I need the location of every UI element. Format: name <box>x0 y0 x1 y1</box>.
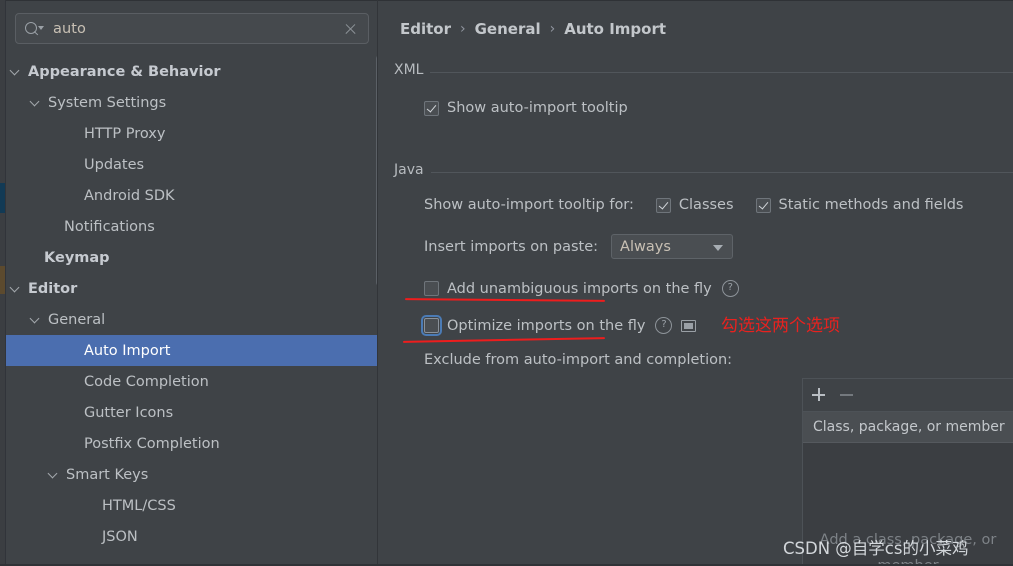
xml-group-title: XML <box>394 62 431 78</box>
search-input[interactable]: auto <box>53 21 86 37</box>
chevron-down-icon <box>713 244 724 251</box>
add-unambiguous-imports-label: Add unambiguous imports on the fly <box>447 280 712 297</box>
sidebar-item-label: Appearance & Behavior <box>28 63 221 80</box>
sidebar-item-code-completion[interactable]: Code Completion <box>6 366 378 397</box>
settings-main-panel: Editor › General › Auto Import XML Show … <box>378 0 1013 566</box>
sidebar-item-label: HTML/CSS <box>102 497 176 514</box>
settings-dialog: auto Appearance & Behavior System Setting… <box>0 0 1013 566</box>
sidebar-item-general[interactable]: General <box>6 304 378 335</box>
watermark-text: CSDN @自学cs的小菜鸡 <box>783 539 969 558</box>
sidebar-item-label: Updates <box>84 156 145 173</box>
sidebar-item-label: Editor <box>28 280 78 297</box>
static-methods-label: Static methods and fields <box>778 197 964 213</box>
sidebar-item-system-settings[interactable]: System Settings <box>6 87 378 118</box>
chevron-down-icon[interactable] <box>30 97 41 108</box>
sidebar-item-label: JSON <box>102 528 138 545</box>
sidebar-item-label: Code Completion <box>84 373 209 390</box>
sidebar-item-smart-keys[interactable]: Smart Keys <box>6 459 378 490</box>
settings-tree: Appearance & Behavior System Settings HTTP… <box>6 56 378 552</box>
breadcrumb: Editor › General › Auto Import <box>400 20 666 38</box>
sidebar-item-notifications[interactable]: Notifications <box>6 211 378 242</box>
java-group-rule <box>394 172 1013 173</box>
main-top-border <box>378 0 1013 1</box>
sidebar-item-label: System Settings <box>48 94 167 111</box>
settings-sidebar: auto Appearance & Behavior System Setting… <box>6 0 383 566</box>
sidebar-item-html-css[interactable]: HTML/CSS <box>6 490 378 521</box>
optimize-imports-label: Optimize imports on the fly <box>447 317 646 334</box>
chevron-down-icon[interactable] <box>10 66 21 77</box>
show-auto-import-tooltip-for-row: Show auto-import tooltip for: Classes St… <box>424 197 964 213</box>
show-auto-import-tooltip-for-label: Show auto-import tooltip for: <box>424 197 634 213</box>
exclude-from-auto-import-label: Exclude from auto-import and completion: <box>424 352 733 368</box>
sidebar-item-android-sdk[interactable]: Android SDK <box>6 180 378 211</box>
add-unambiguous-imports-row[interactable]: Add unambiguous imports on the fly ? <box>424 280 739 297</box>
optimize-imports-row[interactable]: Optimize imports on the fly ? <box>421 315 697 336</box>
sidebar-item-label: HTTP Proxy <box>84 125 166 142</box>
optimize-imports-checkbox[interactable] <box>421 315 442 336</box>
insert-imports-on-paste-row: Insert imports on paste: Always <box>424 234 734 259</box>
search-icon <box>25 21 45 37</box>
sidebar-item-appearance-behavior[interactable]: Appearance & Behavior <box>6 56 378 87</box>
java-group-title: Java <box>394 162 431 178</box>
chevron-down-icon[interactable] <box>10 283 21 294</box>
sidebar-item-postfix-completion[interactable]: Postfix Completion <box>6 428 378 459</box>
show-auto-import-tooltip-xml-checkbox[interactable] <box>424 100 439 116</box>
sidebar-item-gutter-icons[interactable]: Gutter Icons <box>6 397 378 428</box>
sidebar-item-updates[interactable]: Updates <box>6 149 378 180</box>
sidebar-item-keymap[interactable]: Keymap <box>6 242 378 273</box>
insert-imports-on-paste-select[interactable]: Always <box>611 234 734 259</box>
breadcrumb-general[interactable]: General <box>475 20 541 38</box>
exclude-table-toolbar <box>803 379 1013 412</box>
sidebar-item-label: Gutter Icons <box>84 404 174 421</box>
classes-checkbox[interactable] <box>655 197 671 213</box>
close-icon[interactable] <box>344 22 357 35</box>
show-auto-import-tooltip-xml-row[interactable]: Show auto-import tooltip <box>424 100 628 116</box>
static-methods-checkbox[interactable] <box>755 197 771 213</box>
classes-label: Classes <box>678 197 734 213</box>
breadcrumb-auto-import: Auto Import <box>564 20 667 38</box>
add-unambiguous-imports-checkbox[interactable] <box>424 281 439 296</box>
exclude-table-header: Class, package, or member <box>803 412 1013 443</box>
annotation-note: 勾选这两个选项 <box>721 316 840 336</box>
sidebar-item-json[interactable]: JSON <box>6 521 378 552</box>
sidebar-top-border <box>6 0 378 1</box>
project-scope-icon[interactable] <box>681 319 697 332</box>
exclude-table-column-header: Class, package, or member <box>813 419 1005 435</box>
show-auto-import-tooltip-xml-label: Show auto-import tooltip <box>447 100 628 116</box>
sidebar-item-label: Auto Import <box>84 342 171 359</box>
insert-imports-on-paste-label: Insert imports on paste: <box>424 238 599 255</box>
sidebar-item-auto-import[interactable]: Auto Import <box>6 335 378 366</box>
xml-group-rule <box>394 72 1013 73</box>
help-circle-icon[interactable]: ? <box>655 317 673 334</box>
sidebar-item-editor[interactable]: Editor <box>6 273 378 304</box>
sidebar-item-http-proxy[interactable]: HTTP Proxy <box>6 118 378 149</box>
help-circle-icon[interactable]: ? <box>721 280 739 297</box>
sidebar-item-label: Smart Keys <box>66 466 149 483</box>
sidebar-item-label: Postfix Completion <box>84 435 220 452</box>
chevron-right-icon: › <box>460 21 466 37</box>
exclude-from-auto-import-label-row: Exclude from auto-import and completion: <box>424 352 732 368</box>
remove-exclusion-button <box>833 381 863 409</box>
chevron-right-icon: › <box>549 21 556 37</box>
chevron-down-icon[interactable] <box>48 469 59 480</box>
insert-imports-on-paste-value: Always <box>620 238 671 255</box>
sidebar-item-label: Notifications <box>64 218 155 235</box>
add-exclusion-button[interactable] <box>803 381 833 409</box>
search-field[interactable]: auto <box>15 13 369 44</box>
sidebar-item-label: Keymap <box>44 249 110 266</box>
sidebar-item-label: General <box>48 311 106 328</box>
chevron-down-icon[interactable] <box>30 314 41 325</box>
sidebar-item-label: Android SDK <box>84 187 175 204</box>
breadcrumb-editor[interactable]: Editor <box>400 20 451 38</box>
